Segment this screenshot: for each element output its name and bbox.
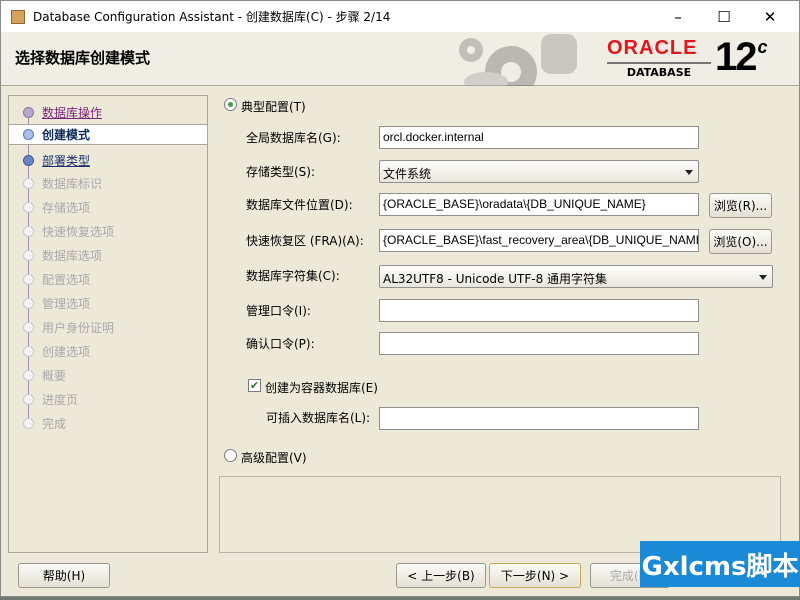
step-dot-icon bbox=[23, 129, 34, 140]
page-header: 选择数据库创建模式 ORACLE DATABASE 12 c bbox=[1, 32, 799, 86]
step-creation-mode[interactable]: 创建模式 bbox=[9, 124, 207, 145]
charset-label: 数据库字符集(C): bbox=[246, 269, 340, 283]
container-db-label: 创建为容器数据库(E) bbox=[265, 381, 378, 395]
page-title: 选择数据库创建模式 bbox=[15, 49, 151, 67]
step-dot-icon bbox=[23, 107, 34, 118]
db-file-location-input[interactable]: {ORACLE_BASE}\oradata\{DB_UNIQUE_NAME} bbox=[379, 193, 699, 216]
logo-version: 12 c bbox=[715, 35, 768, 79]
logo-database-text: DATABASE bbox=[626, 66, 692, 79]
advanced-config-label: 高级配置(V) bbox=[241, 451, 307, 465]
browse-db-location-button[interactable]: 浏览(R)... bbox=[709, 193, 772, 218]
step-dot-icon bbox=[23, 226, 34, 237]
window-title: Database Configuration Assistant - 创建数据库… bbox=[33, 10, 391, 24]
oracle-logo: ORACLE DATABASE 12 c bbox=[607, 35, 768, 79]
typical-config-radio[interactable] bbox=[224, 98, 237, 111]
java-app-icon bbox=[11, 9, 25, 24]
step-management-options: 管理选项 bbox=[9, 293, 207, 314]
charset-select[interactable]: AL32UTF8 - Unicode UTF-8 通用字符集 bbox=[379, 265, 773, 288]
step-dot-icon bbox=[23, 274, 34, 285]
fra-input[interactable]: {ORACLE_BASE}\fast_recovery_area\{DB_UNI… bbox=[379, 229, 699, 252]
global-db-name-label: 全局数据库名(G): bbox=[246, 131, 341, 145]
step-dot-icon bbox=[23, 250, 34, 261]
charset-value: AL32UTF8 - Unicode UTF-8 通用字符集 bbox=[383, 272, 608, 286]
step-dot-icon bbox=[23, 370, 34, 381]
pdb-name-input[interactable] bbox=[379, 407, 699, 430]
step-creation-options: 创建选项 bbox=[9, 341, 207, 362]
step-dot-icon bbox=[23, 178, 34, 189]
container-db-checkbox[interactable]: ✔ bbox=[248, 379, 261, 392]
browse-fra-button[interactable]: 浏览(O)... bbox=[709, 229, 772, 254]
confirm-password-label: 确认口令(P): bbox=[246, 337, 315, 351]
maximize-button[interactable]: ☐ bbox=[701, 1, 747, 32]
title-bar: Database Configuration Assistant - 创建数据库… bbox=[1, 1, 799, 32]
main-panel: 典型配置(T) 全局数据库名(G): orcl.docker.internal … bbox=[211, 95, 791, 553]
next-button[interactable]: 下一步(N) > bbox=[489, 563, 581, 588]
dropdown-arrow-icon bbox=[759, 275, 767, 280]
back-button[interactable]: < 上一步(B) bbox=[396, 563, 486, 588]
step-dot-icon bbox=[23, 322, 34, 333]
confirm-password-input[interactable] bbox=[379, 332, 699, 355]
help-button[interactable]: 帮助(H) bbox=[18, 563, 110, 588]
step-summary: 概要 bbox=[9, 365, 207, 386]
logo-oracle-text: ORACLE bbox=[607, 37, 698, 59]
storage-type-select[interactable]: 文件系统 bbox=[379, 160, 699, 183]
admin-password-input[interactable] bbox=[379, 299, 699, 322]
watermark: Gxlcms脚本 bbox=[640, 541, 800, 587]
fra-label: 快速恢复区 (FRA)(A): bbox=[246, 234, 364, 248]
step-db-identification: 数据库标识 bbox=[9, 173, 207, 194]
advanced-config-radio[interactable] bbox=[224, 449, 237, 462]
step-storage-options: 存储选项 bbox=[9, 197, 207, 218]
step-db-options: 数据库选项 bbox=[9, 245, 207, 266]
close-button[interactable]: ✕ bbox=[747, 1, 793, 32]
step-dot-icon bbox=[23, 155, 34, 166]
step-dot-icon bbox=[23, 394, 34, 405]
dropdown-arrow-icon bbox=[685, 170, 693, 175]
step-finish: 完成 bbox=[9, 413, 207, 434]
steps-sidebar: 数据库操作 创建模式 部署类型 数据库标识 存储选项 快速恢复选项 数据库选项 … bbox=[8, 95, 208, 553]
step-fast-recovery: 快速恢复选项 bbox=[9, 221, 207, 242]
step-db-operation[interactable]: 数据库操作 bbox=[9, 102, 207, 123]
step-credentials: 用户身份证明 bbox=[9, 317, 207, 338]
typical-config-label: 典型配置(T) bbox=[241, 100, 306, 114]
gears-decoration-icon bbox=[459, 34, 577, 86]
pdb-name-label: 可插入数据库名(L): bbox=[266, 411, 371, 425]
step-dot-icon bbox=[23, 418, 34, 429]
step-dot-icon bbox=[23, 346, 34, 357]
step-deployment-type[interactable]: 部署类型 bbox=[9, 150, 207, 171]
step-config-options: 配置选项 bbox=[9, 269, 207, 290]
step-dot-icon bbox=[23, 298, 34, 309]
step-progress: 进度页 bbox=[9, 389, 207, 410]
storage-type-label: 存储类型(S): bbox=[246, 165, 316, 179]
dbca-window: Database Configuration Assistant - 创建数据库… bbox=[0, 0, 800, 597]
minimize-button[interactable]: – bbox=[655, 1, 701, 32]
storage-type-value: 文件系统 bbox=[383, 167, 432, 181]
step-dot-icon bbox=[23, 202, 34, 213]
db-file-location-label: 数据库文件位置(D): bbox=[246, 198, 353, 212]
admin-password-label: 管理口令(I): bbox=[246, 304, 311, 318]
global-db-name-input[interactable]: orcl.docker.internal bbox=[379, 126, 699, 149]
